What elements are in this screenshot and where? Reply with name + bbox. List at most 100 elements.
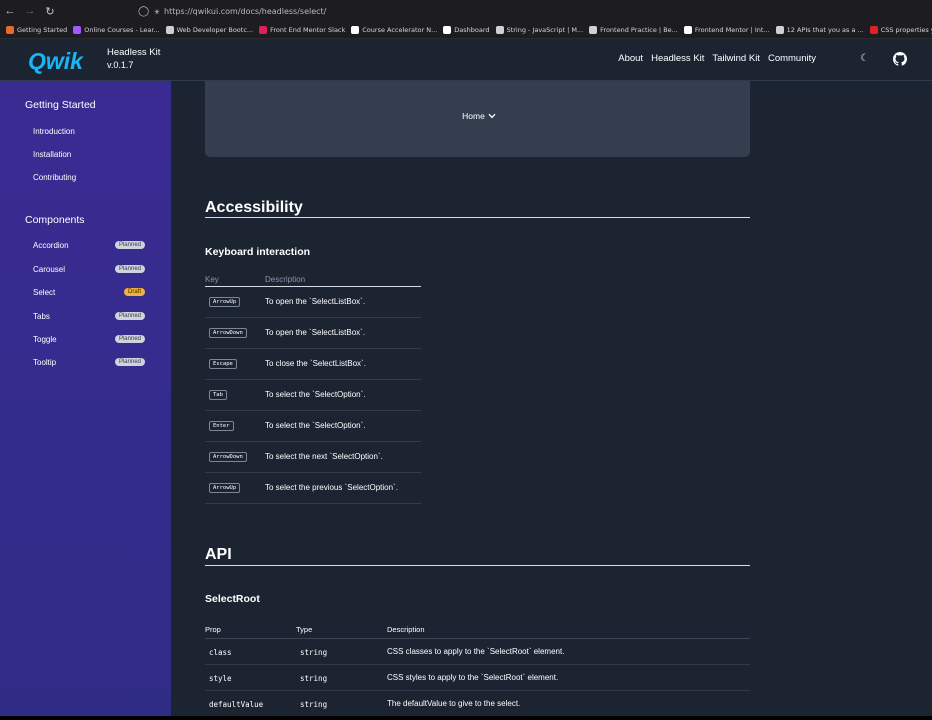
reload-icon[interactable]: ↻ (40, 0, 60, 22)
forward-icon[interactable]: → (20, 0, 40, 22)
section-divider (205, 565, 750, 566)
sidebar-item-label: Select (33, 287, 56, 297)
sidebar-item-label: Introduction (33, 126, 75, 136)
select-trigger[interactable]: Home (449, 100, 509, 131)
api-title: API (205, 546, 232, 563)
nav-about[interactable]: About (618, 53, 643, 64)
sidebar: Getting Started Introduction Installatio… (0, 81, 171, 720)
bookmark-favicon-icon (443, 26, 452, 34)
site-header: Qwik Headless Kit v.0.1.7 About Headless… (0, 39, 932, 81)
bookmark-favicon-icon (6, 26, 14, 34)
bookmark-favicon-icon (73, 26, 82, 34)
nav-headless-kit[interactable]: Headless Kit (651, 53, 704, 64)
sidebar-item-accordion[interactable]: Accordion Planned (33, 239, 145, 251)
key-description: To select the `SelectOption`. (265, 421, 366, 430)
table-row: ArrowUp To select the previous `SelectOp… (205, 473, 421, 504)
bookmark-item[interactable]: CSS properties you sh... (869, 26, 932, 34)
keyboard-title: Keyboard interaction (205, 246, 311, 258)
sidebar-item-label: Toggle (33, 334, 57, 344)
moon-icon[interactable]: ☾ (860, 53, 869, 64)
table-row: class string CSS classes to apply to the… (205, 639, 750, 665)
back-icon[interactable]: ← (0, 0, 20, 22)
chevron-down-icon (488, 113, 496, 118)
table-row: ArrowDown To select the next `SelectOpti… (205, 442, 421, 473)
status-badge: Draft (123, 288, 145, 296)
table-row: style string CSS styles to apply to the … (205, 665, 750, 691)
key-description: To select the next `SelectOption`. (265, 452, 383, 461)
address-bar[interactable]: https://qwikui.com/docs/headless/select/ (164, 7, 326, 16)
bookmark-favicon-icon (165, 26, 174, 34)
key-description: To select the previous `SelectOption`. (265, 483, 398, 492)
nav-tailwind-kit[interactable]: Tailwind Kit (712, 53, 760, 64)
sidebar-item-tabs[interactable]: Tabs Planned (33, 310, 145, 322)
bookmark-favicon-icon (589, 26, 598, 34)
bookmark-label: Web Developer Bootc... (176, 26, 254, 34)
qwik-logo[interactable]: Qwik (27, 45, 89, 75)
key-description: To select the `SelectOption`. (265, 390, 366, 399)
nav-community[interactable]: Community (768, 53, 816, 64)
table-header: Prop Type Description (205, 622, 750, 639)
key-badge: Enter (209, 421, 234, 431)
bookmark-label: Front End Mentor Slack (270, 26, 346, 34)
api-subtitle: SelectRoot (205, 593, 260, 605)
bookmark-favicon-icon (869, 26, 878, 34)
prop-name: defaultValue (209, 700, 264, 709)
bookmark-item[interactable]: String - JavaScript | M... (495, 26, 583, 34)
bookmark-item[interactable]: Getting Started (6, 26, 67, 34)
column-header-key: Key (205, 275, 219, 284)
sidebar-item-label: Tooltip (33, 357, 57, 367)
status-badge: Planned (114, 312, 145, 320)
key-description: To close the `SelectListBox`. (265, 359, 366, 368)
sidebar-heading-components: Components (25, 214, 85, 226)
sidebar-item-introduction[interactable]: Introduction (33, 125, 145, 137)
keyboard-table: Key Description ArrowUp To open the `Sel… (205, 273, 421, 504)
table-row: Tab To select the `SelectOption`. (205, 380, 421, 411)
bookmark-label: Getting Started (17, 26, 68, 34)
bookmark-label: CSS properties you sh... (880, 26, 932, 34)
prop-name: style (209, 674, 232, 683)
sidebar-item-label: Contributing (33, 172, 77, 182)
key-badge: Escape (209, 359, 237, 369)
bookmark-item[interactable]: Frontend Practice | Be... (589, 26, 678, 34)
bookmarks-bar: Getting Started Online Courses - Lear... W… (0, 22, 932, 39)
sidebar-item-label: Carousel (33, 264, 66, 274)
sidebar-item-select[interactable]: Select Draft (33, 286, 145, 298)
sidebar-item-contributing[interactable]: Contributing (33, 171, 145, 183)
key-badge: ArrowDown (209, 452, 247, 462)
lock-icon[interactable]: ⚹ (150, 6, 164, 17)
sidebar-item-toggle[interactable]: Toggle Planned (33, 333, 145, 345)
bookmark-label: Frontend Practice | Be... (600, 26, 678, 34)
browser-toolbar: ← → ↻ ◯ ⚹ https://qwikui.com/docs/headle… (0, 0, 932, 22)
select-value: Home (462, 110, 485, 121)
prop-description: CSS styles to apply to the `SelectRoot` … (387, 673, 559, 682)
key-badge: ArrowUp (209, 297, 241, 307)
github-icon[interactable] (893, 52, 907, 66)
section-divider (205, 217, 750, 218)
status-badge: Planned (114, 358, 145, 366)
bookmark-favicon-icon (351, 26, 360, 34)
shield-icon[interactable]: ◯ (138, 6, 150, 17)
column-header-type: Type (296, 625, 313, 634)
bookmark-item[interactable]: Course Accelerator N... (351, 26, 437, 34)
prop-description: The defaultValue to give to the select. (387, 699, 521, 708)
table-row: defaultValue string The defaultValue to … (205, 691, 750, 717)
bookmark-item[interactable]: Online Courses - Lear... (73, 26, 160, 34)
sidebar-item-label: Tabs (33, 311, 50, 321)
kit-name: Headless Kit (107, 47, 161, 58)
bookmark-item[interactable]: Frontend Mentor | Int... (683, 26, 770, 34)
bookmark-item[interactable]: Web Developer Bootc... (165, 26, 254, 34)
status-badge: Planned (114, 265, 145, 273)
sidebar-item-tooltip[interactable]: Tooltip Planned (33, 356, 145, 368)
prop-name: class (209, 648, 232, 657)
sidebar-item-carousel[interactable]: Carousel Planned (33, 263, 145, 275)
prop-type: string (300, 700, 328, 709)
kit-version: v.0.1.7 (107, 60, 134, 70)
bookmark-item[interactable]: Front End Mentor Slack (259, 26, 345, 34)
key-badge: ArrowUp (209, 483, 241, 493)
key-badge: ArrowDown (209, 328, 247, 338)
bookmark-favicon-icon (259, 26, 268, 34)
sidebar-item-installation[interactable]: Installation (33, 148, 145, 160)
bookmark-item[interactable]: 12 APIs that you as a ... (775, 26, 864, 34)
bookmark-item[interactable]: Dashboard (443, 26, 490, 34)
column-header-prop: Prop (205, 625, 221, 634)
